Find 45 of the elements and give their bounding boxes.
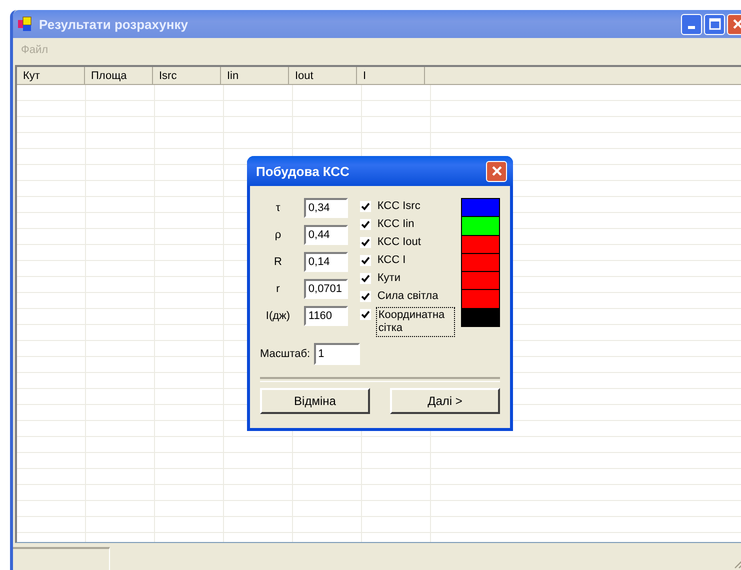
checkbox[interactable] (360, 309, 372, 320)
maximize-button[interactable] (704, 14, 725, 34)
color-swatch[interactable] (462, 290, 499, 309)
parameter-label: ρ (274, 229, 282, 241)
minimize-icon (688, 26, 695, 29)
close-icon (732, 18, 741, 30)
parameter-label: r (275, 283, 281, 295)
checkbox-label[interactable]: КСС Isrc (376, 199, 422, 214)
input-field[interactable]: 0,14 (304, 252, 348, 272)
color-swatch[interactable] (462, 199, 499, 218)
scale-field[interactable]: 1 (314, 343, 360, 365)
checkbox[interactable] (360, 237, 372, 248)
app-icon (17, 16, 33, 32)
checkbox[interactable] (360, 219, 372, 230)
input-field[interactable]: 1160 (304, 306, 348, 326)
checkbox[interactable] (360, 273, 372, 284)
dialog-button[interactable]: Відміна (260, 388, 370, 414)
color-swatch[interactable] (462, 236, 499, 254)
checkbox-label[interactable]: Кути (376, 271, 402, 286)
input-field[interactable]: 0,44 (304, 225, 348, 245)
checkbox-label[interactable]: КСС Iout (376, 235, 422, 250)
color-swatch[interactable] (462, 217, 499, 236)
scale-label: Масштаб: (260, 348, 310, 360)
checkbox-label[interactable]: КСС Iin (376, 217, 416, 232)
parameter-label: I(дж) (264, 310, 292, 322)
close-button[interactable] (486, 160, 507, 182)
parameter-label: R (273, 256, 283, 268)
dialog-button[interactable]: Далі > (390, 388, 500, 414)
color-swatch[interactable] (462, 254, 499, 272)
window-title: Результати розрахунку (39, 16, 189, 32)
minimize-button[interactable] (681, 14, 702, 34)
checkbox[interactable] (360, 255, 372, 266)
parameter-label: τ (274, 202, 282, 214)
checkbox-label[interactable]: Координатна сітка (376, 307, 455, 337)
checkbox-label[interactable]: КСС I (376, 253, 407, 268)
color-swatch[interactable] (462, 272, 499, 290)
checkbox[interactable] (360, 291, 372, 302)
dialog-title: Побудова КСС (256, 164, 350, 178)
input-field[interactable]: 0,34 (304, 198, 348, 218)
checkbox-label[interactable]: Сила світла (376, 289, 440, 304)
input-field[interactable]: 0,0701 (304, 279, 348, 299)
checkbox[interactable] (360, 201, 372, 212)
maximize-icon (708, 18, 720, 30)
close-icon (490, 165, 502, 177)
color-swatch[interactable] (462, 308, 499, 326)
